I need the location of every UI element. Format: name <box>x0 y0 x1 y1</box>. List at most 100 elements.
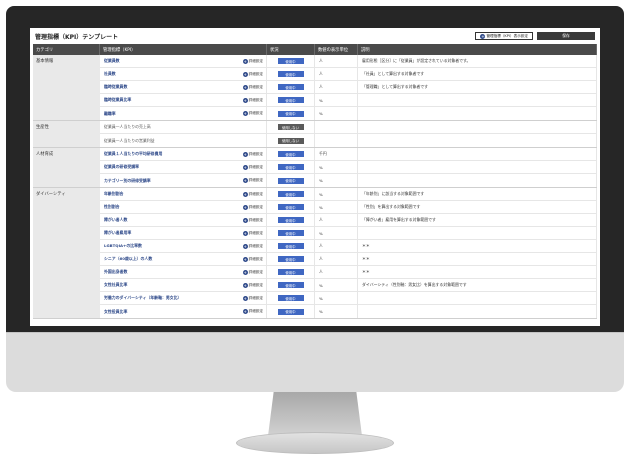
category-label: 生産性 <box>33 121 100 147</box>
save-button[interactable]: 保存 <box>537 32 595 40</box>
detail-settings-link[interactable]: + 詳細設定 <box>242 191 263 197</box>
detail-settings-label: 詳細設定 <box>248 84 263 89</box>
status-cell: 使用中 <box>267 305 315 318</box>
status-badge[interactable]: 使用中 <box>277 84 304 90</box>
kpi-cell: 離職率 + 詳細設定 <box>100 107 267 120</box>
detail-settings-link[interactable]: + 詳細設定 <box>242 71 263 77</box>
status-badge[interactable]: 使用中 <box>277 217 304 223</box>
status-badge[interactable]: 使用中 <box>277 243 304 249</box>
detail-settings-link[interactable]: + 詳細設定 <box>242 151 263 157</box>
plus-icon: + <box>242 309 248 314</box>
kpi-name[interactable]: LGBTQIA+の比率数 <box>104 243 142 249</box>
status-cell: 使用中 <box>267 279 315 291</box>
detail-settings-link[interactable]: + 詳細設定 <box>242 204 263 210</box>
status-badge[interactable]: 使用中 <box>277 58 304 64</box>
detail-settings-link[interactable]: + 詳細設定 <box>242 217 263 223</box>
status-badge[interactable]: 使用中 <box>277 177 304 184</box>
status-badge[interactable]: 使用中 <box>277 230 304 236</box>
monitor-chin <box>6 332 624 392</box>
column-header-category: カテゴリ <box>33 44 100 55</box>
kpi-name[interactable]: 臨時従業員数 <box>104 84 127 90</box>
detail-settings-link[interactable]: + 詳細設定 <box>242 282 263 288</box>
kpi-name[interactable]: シニア（60歳以上）の人数 <box>104 256 152 262</box>
kpi-cell: シニア（60歳以上）の人数 + 詳細設定 <box>100 253 267 265</box>
kpi-display-settings-button[interactable]: + 管理指標（KPI）表示設定 <box>475 32 533 40</box>
status-badge[interactable]: 使用中 <box>277 110 304 117</box>
table-row: 女性役員比率 + 詳細設定 使用中% <box>100 305 597 318</box>
category-group: ダイバーシティ 年齢別割合 + 詳細設定 使用中% 「年齢別」に該当する対象範囲です 性別割… <box>33 188 597 319</box>
unit-cell: % <box>315 201 358 213</box>
unit-cell: 人 <box>315 55 358 67</box>
detail-settings-link[interactable]: + 詳細設定 <box>242 58 263 64</box>
kpi-name[interactable]: 障がい者雇用率 <box>104 230 131 236</box>
status-badge[interactable]: 使用中 <box>277 71 304 77</box>
detail-settings-label: 詳細設定 <box>248 204 263 209</box>
category-group: 人材育成 従業員１人当たりの平均研修費用 + 詳細設定 使用中 千円 従業員の研修受講率 + 詳… <box>33 148 597 188</box>
status-badge[interactable]: 使用中 <box>277 204 304 210</box>
status-badge[interactable]: 使用中 <box>277 97 304 103</box>
kpi-name[interactable]: 離職率 <box>104 111 116 117</box>
description-cell: 「年齢別」に該当する対象範囲です <box>358 188 597 200</box>
plus-icon: + <box>242 58 248 64</box>
status-badge[interactable]: 使用中 <box>277 256 304 262</box>
table-row: カテゴリー別の研修受講率 + 詳細設定 使用中% <box>100 174 597 187</box>
plus-icon: + <box>242 243 248 249</box>
table-header: カテゴリ 管理指標（KPI） 状況 数値の表示単位 説明 <box>33 44 597 55</box>
column-header-status: 状況 <box>267 44 315 55</box>
detail-settings-link[interactable]: + 詳細設定 <box>242 97 263 103</box>
detail-settings-label: 詳細設定 <box>248 217 263 222</box>
detail-settings-link[interactable]: + 詳細設定 <box>242 164 263 170</box>
unit-cell: % <box>315 94 358 106</box>
detail-settings-link[interactable]: + 詳細設定 <box>242 243 263 249</box>
kpi-name[interactable]: 女性社員比率 <box>104 282 127 288</box>
status-badge[interactable]: 使用中 <box>277 191 304 197</box>
description-cell: 雇用形態［区分］に「従業員」が設定されている対象者です。 <box>358 55 597 67</box>
kpi-name[interactable]: 外国出身者数 <box>104 269 127 275</box>
status-badge[interactable]: 使用中 <box>277 295 304 301</box>
monitor-stand-neck <box>268 392 362 436</box>
table-row: 障がい者雇用率 + 詳細設定 使用中% <box>100 227 597 240</box>
status-badge[interactable]: 使用しない <box>277 137 304 144</box>
kpi-name[interactable]: 社員数 <box>104 71 116 77</box>
status-badge[interactable]: 使用しない <box>277 124 304 130</box>
detail-settings-link[interactable]: + 詳細設定 <box>242 230 263 236</box>
detail-settings-link[interactable]: + 詳細設定 <box>242 256 263 262</box>
kpi-name[interactable]: 性別割合 <box>104 204 120 210</box>
detail-settings-link[interactable]: + 詳細設定 <box>242 111 263 116</box>
kpi-cell: 社員数 + 詳細設定 <box>100 68 267 80</box>
table-row: 性別割合 + 詳細設定 使用中% 「性別」を算出する対象範囲です <box>100 201 597 214</box>
status-badge[interactable]: 使用中 <box>277 308 304 315</box>
kpi-cell: 障がい者雇用率 + 詳細設定 <box>100 227 267 239</box>
kpi-cell: 性別割合 + 詳細設定 <box>100 201 267 213</box>
unit-cell: % <box>315 227 358 239</box>
kpi-name[interactable]: 労働力のダイバーシティ（年齢軸：男女比） <box>104 295 181 301</box>
kpi-name[interactable]: 年齢別割合 <box>104 191 123 197</box>
detail-settings-link[interactable]: + 詳細設定 <box>242 84 263 90</box>
category-label: 基本情報 <box>33 55 100 120</box>
category-group: 基本情報 従業員数 + 詳細設定 使用中人雇用形態［区分］に「従業員」が設定されている対… <box>33 55 597 121</box>
kpi-name[interactable]: 障がい者人数 <box>104 217 127 223</box>
status-badge[interactable]: 使用中 <box>277 282 304 288</box>
plus-icon: + <box>242 71 248 77</box>
kpi-name[interactable]: 臨時従業員比率 <box>104 97 131 103</box>
plus-icon: + <box>242 191 248 197</box>
category-group: 生産性 従業員一人当たりの売上高 使用しない 従業員一人当たりの営業利益 使用しない <box>33 121 597 148</box>
status-cell: 使用中 <box>267 292 315 304</box>
detail-settings-link[interactable]: + 詳細設定 <box>242 178 263 183</box>
kpi-name[interactable]: 従業員の研修受講率 <box>104 164 139 170</box>
detail-settings-link[interactable]: + 詳細設定 <box>242 269 263 275</box>
status-badge[interactable]: 使用中 <box>277 164 304 170</box>
status-badge[interactable]: 使用中 <box>277 269 304 275</box>
kpi-name[interactable]: 従業員１人当たりの平均研修費用 <box>104 151 162 157</box>
detail-settings-link[interactable]: + 詳細設定 <box>242 295 263 301</box>
plus-icon: + <box>242 295 248 301</box>
detail-settings-link[interactable]: + 詳細設定 <box>242 309 263 314</box>
plus-icon: + <box>242 111 248 116</box>
kpi-name[interactable]: カテゴリー別の研修受講率 <box>104 178 151 184</box>
kpi-name[interactable]: 女性役員比率 <box>104 309 127 315</box>
kpi-name[interactable]: 従業員数 <box>104 58 120 64</box>
category-label: ダイバーシティ <box>33 188 100 318</box>
status-badge[interactable]: 使用中 <box>277 151 304 157</box>
plus-icon: + <box>242 256 248 262</box>
status-cell: 使用中 <box>267 174 315 187</box>
